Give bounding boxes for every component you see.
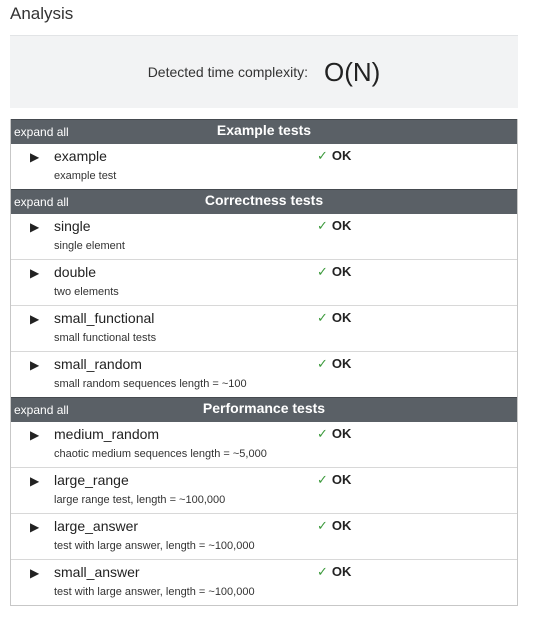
tests-table: expand all Example tests ▶ example examp… xyxy=(10,119,518,606)
play-triangle-icon[interactable]: ▶ xyxy=(30,474,39,488)
check-mark-icon: ✓ xyxy=(317,264,328,279)
test-description: single element xyxy=(54,240,125,252)
test-description: two elements xyxy=(54,286,119,298)
test-status: ✓ OK xyxy=(317,264,352,279)
play-triangle-icon[interactable]: ▶ xyxy=(30,220,39,234)
complexity-value: O(N) xyxy=(323,56,381,87)
test-description: test with large answer, length = ~100,00… xyxy=(54,540,255,552)
test-row[interactable]: ▶ small_answer test with large answer, l… xyxy=(11,559,517,605)
test-status: ✓ OK xyxy=(317,564,352,579)
test-name: small_answer xyxy=(54,564,140,580)
test-status: ✓ OK xyxy=(317,472,352,487)
test-name: large_answer xyxy=(54,518,139,534)
test-name: small_functional xyxy=(54,310,155,326)
check-mark-icon: ✓ xyxy=(317,218,328,233)
play-triangle-icon[interactable]: ▶ xyxy=(30,312,39,326)
test-row[interactable]: ▶ medium_random chaotic medium sequences… xyxy=(11,422,517,467)
test-row[interactable]: ▶ single single element ✓ OK xyxy=(11,214,517,259)
check-mark-icon: ✓ xyxy=(317,518,328,533)
check-mark-icon: ✓ xyxy=(317,148,328,163)
check-mark-icon: ✓ xyxy=(317,426,328,441)
group-title: Example tests xyxy=(216,122,312,138)
test-row[interactable]: ▶ example example test ✓ OK xyxy=(11,144,517,189)
group-title: Performance tests xyxy=(202,400,326,416)
test-name: single xyxy=(54,218,91,234)
play-triangle-icon[interactable]: ▶ xyxy=(30,358,39,372)
play-triangle-icon[interactable]: ▶ xyxy=(30,150,39,164)
group-header-performance: expand all Performance tests xyxy=(11,397,517,422)
check-mark-icon: ✓ xyxy=(317,472,328,487)
test-description: large range test, length = ~100,000 xyxy=(54,494,226,506)
play-triangle-icon[interactable]: ▶ xyxy=(30,428,39,442)
test-status: ✓ OK xyxy=(317,426,352,441)
test-row[interactable]: ▶ large_answer test with large answer, l… xyxy=(11,513,517,559)
group-header-example: expand all Example tests xyxy=(11,119,517,144)
test-description: small functional tests xyxy=(54,332,157,344)
test-status: ✓ OK xyxy=(317,148,352,163)
group-header-correctness: expand all Correctness tests xyxy=(11,189,517,214)
test-status: ✓ OK xyxy=(317,218,352,233)
group-title: Correctness tests xyxy=(204,192,324,208)
play-triangle-icon[interactable]: ▶ xyxy=(30,566,39,580)
play-triangle-icon[interactable]: ▶ xyxy=(30,520,39,534)
test-row[interactable]: ▶ small_random small random sequences le… xyxy=(11,351,517,397)
test-name: example xyxy=(54,148,107,164)
check-mark-icon: ✓ xyxy=(317,356,328,371)
test-description: example test xyxy=(54,170,117,182)
test-description: small random sequences length = ~100 xyxy=(54,378,247,390)
play-triangle-icon[interactable]: ▶ xyxy=(30,266,39,280)
test-status: ✓ OK xyxy=(317,518,352,533)
test-description: test with large answer, length = ~100,00… xyxy=(54,586,255,598)
test-row[interactable]: ▶ small_functional small functional test… xyxy=(11,305,517,351)
check-mark-icon: ✓ xyxy=(317,564,328,579)
test-description: chaotic medium sequences length = ~5,000 xyxy=(54,448,267,460)
check-mark-icon: ✓ xyxy=(317,310,328,325)
test-status: ✓ OK xyxy=(317,310,352,325)
complexity-label: Detected time complexity: xyxy=(147,64,308,80)
test-name: medium_random xyxy=(54,426,160,442)
test-row[interactable]: ▶ double two elements ✓ OK xyxy=(11,259,517,305)
test-status: ✓ OK xyxy=(317,356,352,371)
test-row[interactable]: ▶ large_range large range test, length =… xyxy=(11,467,517,513)
page-title: Analysis xyxy=(10,4,74,23)
test-name: double xyxy=(54,264,97,280)
test-name: large_range xyxy=(54,472,129,488)
complexity-panel: Detected time complexity: O(N) xyxy=(10,35,518,108)
test-name: small_random xyxy=(54,356,142,372)
